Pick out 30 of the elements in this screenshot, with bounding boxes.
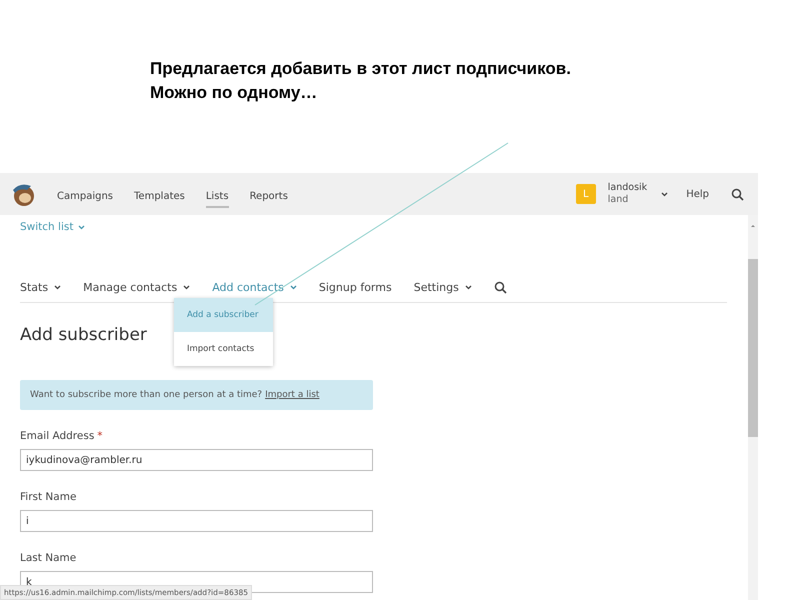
menu-item[interactable]: Import contacts xyxy=(174,332,273,366)
scroll-thumb[interactable] xyxy=(748,259,758,437)
nav-link[interactable]: Lists xyxy=(206,186,229,208)
caption-text: Можно по одному… xyxy=(150,82,318,104)
subnav-tab[interactable]: Add contacts xyxy=(212,281,297,294)
nav-link[interactable]: Templates xyxy=(134,186,185,208)
import-link[interactable]: Import a list xyxy=(265,390,320,400)
field-label: Last Name xyxy=(20,552,76,564)
notice-text: Want to subscribe more than one person at a time? xyxy=(30,390,262,400)
nav-link[interactable]: Reports xyxy=(250,186,288,208)
search-icon[interactable] xyxy=(494,281,507,294)
subnav-tab[interactable]: Signup forms xyxy=(318,281,392,294)
page-heading: Add subscriber xyxy=(20,325,148,345)
chevron-icon xyxy=(78,224,86,230)
caption-text: Предлагается добавить в этот лист подписчиков. xyxy=(150,58,572,80)
scrollbar[interactable] xyxy=(748,215,758,600)
account-name: land xyxy=(608,194,630,206)
subnav-tab[interactable]: Stats xyxy=(20,281,62,294)
input-field[interactable]: iykudinova@rambler.ru xyxy=(20,449,373,471)
input-field[interactable]: i xyxy=(20,510,373,532)
subnav-tab[interactable]: Settings xyxy=(414,281,472,294)
subnav-tab[interactable]: Manage contacts xyxy=(83,281,190,294)
chevron-icon xyxy=(661,192,668,196)
search-icon[interactable] xyxy=(731,188,744,200)
nav-link[interactable]: Campaigns xyxy=(57,186,114,208)
field-label: Email Address xyxy=(20,430,94,442)
user-name[interactable]: landosik xyxy=(608,182,648,194)
help-link[interactable]: Help xyxy=(686,188,709,200)
required-mark: * xyxy=(97,430,103,442)
field-label: First Name xyxy=(20,491,76,503)
